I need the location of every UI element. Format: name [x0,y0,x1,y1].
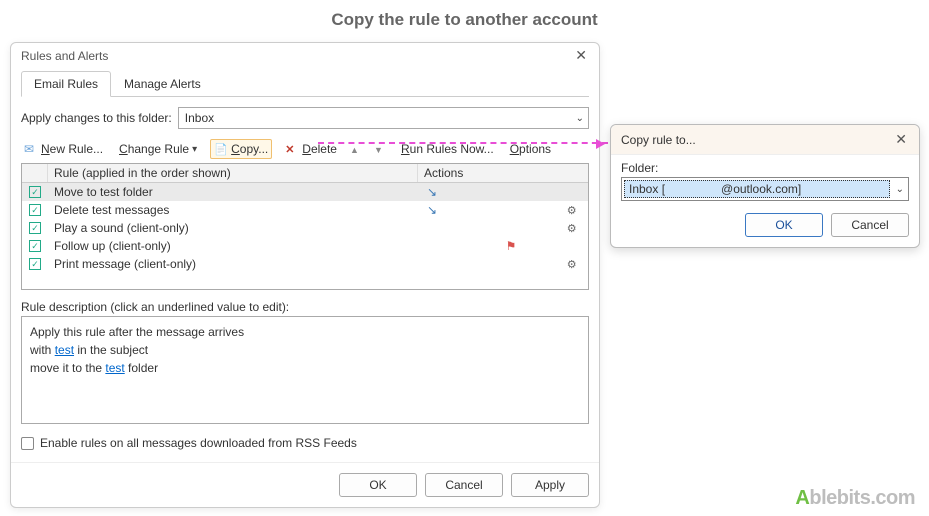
apply-button[interactable]: Apply [511,473,589,497]
desc-text: with [30,343,55,357]
folder-label: Apply changes to this folder: [21,111,172,125]
rule-checkbox[interactable]: ✓ [29,186,41,198]
dialog-buttons: OK Cancel Apply [11,462,599,507]
tab-email-rules[interactable]: Email Rules [21,71,111,97]
rule-name: Move to test folder [48,185,418,199]
tab-strip: Email Rules Manage Alerts [21,70,589,97]
move-down-icon[interactable] [374,142,388,156]
tools-icon [564,257,580,271]
chevron-down-icon: ⌄ [576,113,584,124]
close-icon[interactable]: ✕ [891,131,911,148]
dialog-titlebar: Rules and Alerts ✕ [11,43,599,68]
rule-actions [418,239,588,253]
copy-ok-button[interactable]: OK [745,213,823,237]
copy-button[interactable]: Copy... [210,139,272,159]
desc-line-3: move it to the test folder [30,359,580,377]
rule-name: Play a sound (client-only) [48,221,418,235]
copy-label: Copy... [231,142,268,156]
copy-cancel-button[interactable]: Cancel [831,213,909,237]
rule-actions [418,185,588,199]
desc-link-test-subject[interactable]: test [55,343,74,357]
watermark-tld: .com [870,487,915,509]
desc-text: move it to the [30,361,105,375]
move-icon [424,185,440,199]
rules-table: Rule (applied in the order shown) Action… [21,163,589,290]
rule-checkbox[interactable]: ✓ [29,222,41,234]
copy-folder-select[interactable]: Inbox [ @outlook.com] ⌄ [621,177,909,201]
rule-checkbox[interactable]: ✓ [29,240,41,252]
watermark: Ablebits.com [795,487,915,510]
rule-name: Print message (client-only) [48,257,418,271]
change-rule-label: Change Rule [119,142,189,156]
description-box: Apply this rule after the message arrive… [21,316,589,424]
copy-icon [214,142,228,156]
rule-name: Delete test messages [48,203,418,217]
copy-folder-suffix: @outlook.com] [721,182,801,196]
rule-checkbox[interactable]: ✓ [29,204,41,216]
rule-actions [418,203,588,217]
table-row[interactable]: ✓ Play a sound (client-only) [22,219,588,237]
new-rule-icon [24,142,38,156]
new-rule-button[interactable]: New Rule... [21,140,106,158]
desc-text: in the subject [74,343,148,357]
folder-select[interactable]: Inbox ⌄ [178,107,589,129]
rule-name: Follow up (client-only) [48,239,418,253]
arrow-annotation [318,142,608,144]
copy-rule-dialog: Copy rule to... ✕ Folder: Inbox [ @outloo… [610,124,920,248]
copy-dialog-title: Copy rule to... [621,133,696,147]
chevron-down-icon: ▾ [192,144,197,155]
move-up-icon[interactable] [350,142,364,156]
desc-link-test-folder[interactable]: test [105,361,124,375]
description-label: Rule description (click an underlined va… [21,300,589,314]
desc-text: folder [125,361,158,375]
desc-line-1: Apply this rule after the message arrive… [30,323,580,341]
table-row[interactable]: ✓ Delete test messages [22,201,588,219]
desc-line-2: with test in the subject [30,341,580,359]
copy-folder-value: Inbox [ @outlook.com] [624,180,890,198]
rss-label: Enable rules on all messages downloaded … [40,436,357,450]
delete-label: Delete [302,142,337,156]
change-rule-button[interactable]: Change Rule ▾ [116,140,200,158]
rules-alerts-dialog: Rules and Alerts ✕ Email Rules Manage Al… [10,42,600,508]
move-icon [424,203,440,217]
col-actions-header[interactable]: Actions [418,164,588,182]
rule-actions [418,257,588,271]
new-rule-label: New Rule... [41,142,103,156]
copy-folder-prefix: Inbox [ [629,182,665,196]
flag-icon [503,239,519,253]
table-row[interactable]: ✓ Move to test folder [22,183,588,201]
page-title: Copy the rule to another account [0,0,929,38]
table-row[interactable]: ✓ Follow up (client-only) [22,237,588,255]
table-row[interactable]: ✓ Print message (client-only) [22,255,588,273]
col-rule-header[interactable]: Rule (applied in the order shown) [48,164,418,182]
table-header: Rule (applied in the order shown) Action… [22,164,588,183]
watermark-a: A [795,487,809,509]
options-label: Options [510,142,551,156]
delete-icon [285,142,299,156]
run-rules-label: Run Rules Now... [401,142,494,156]
tools-icon [564,203,580,217]
rule-checkbox[interactable]: ✓ [29,258,41,270]
watermark-rest: blebits [809,487,870,509]
chevron-down-icon: ⌄ [892,184,908,195]
copy-folder-label: Folder: [621,161,909,175]
copy-dialog-titlebar: Copy rule to... ✕ [611,125,919,155]
tools-icon [564,221,580,235]
ok-button[interactable]: OK [339,473,417,497]
tab-manage-alerts[interactable]: Manage Alerts [111,71,214,97]
folder-value: Inbox [185,111,214,125]
dialog-title: Rules and Alerts [21,49,108,63]
cancel-button[interactable]: Cancel [425,473,503,497]
rss-checkbox[interactable] [21,437,34,450]
close-icon[interactable]: ✕ [571,47,591,64]
rule-actions [418,221,588,235]
